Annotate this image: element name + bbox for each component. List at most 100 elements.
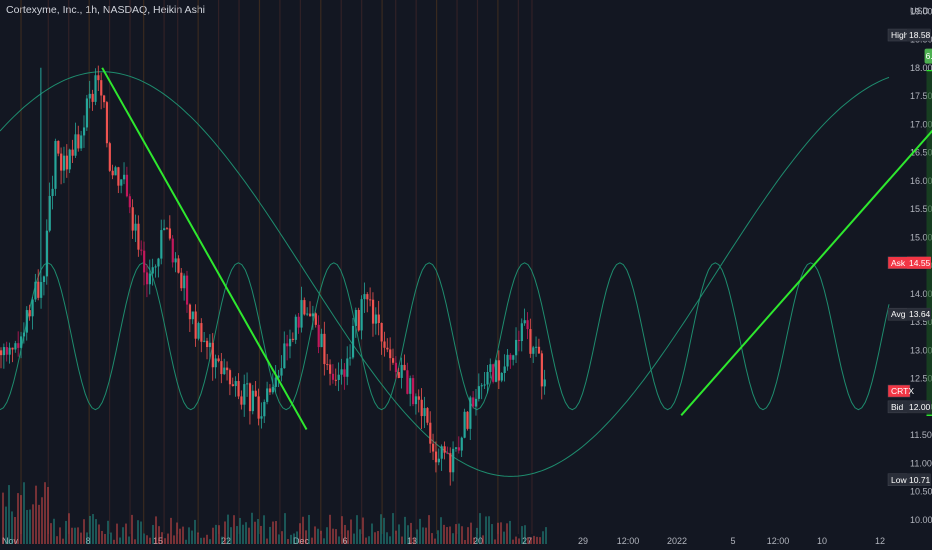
candle-body [140,249,143,251]
session-highlight [258,0,261,534]
session-highlight [456,0,458,534]
candle-body [185,275,189,305]
candle-body [283,343,286,369]
volume-bar [101,530,103,544]
volume-bar [362,517,364,544]
volume-bar [77,527,79,544]
volume-bar [152,524,154,544]
volume-bar [248,527,250,544]
candle-body [174,258,177,263]
candle-body [17,343,20,348]
candle-body [523,320,526,324]
candle-body [449,453,452,473]
volume-bar [281,531,283,544]
candlestick-chart[interactable]: 10.0010.5011.0011.5012.0012.5013.0013.50… [0,0,932,550]
session-highlight [415,0,417,534]
candle-body [354,309,357,326]
volume-bar [341,516,343,544]
volume-bar [173,535,175,544]
volume-bar [461,526,463,544]
candle-body [300,300,303,328]
candle-body [394,362,398,373]
candle-body [343,369,346,377]
candle-body [20,336,23,348]
volume-bar [236,526,238,544]
candle-body [157,258,160,267]
candle-body [105,102,109,144]
volume-bar [218,525,220,544]
candle-body [374,314,378,324]
session-highlight [299,0,301,534]
volume-bar [425,527,427,544]
candle-body [31,299,34,317]
candle-body [412,378,415,405]
candle-body [414,396,418,405]
candle-body [22,332,26,337]
candle-body [535,346,538,348]
volume-bar [458,523,460,544]
candle-body [477,386,481,399]
volume-bar [371,523,373,544]
session-highlight [320,0,322,534]
volume-bar [482,535,484,544]
candle-body [331,373,335,380]
candle-body [489,364,492,372]
volume-bar [263,515,265,544]
candle-body [51,188,54,196]
candle-body [446,452,449,454]
session-highlight [163,0,165,534]
volume-bar [251,512,253,544]
session-highlight [340,0,342,534]
volume-bar [155,516,157,544]
volume-bar [344,524,346,544]
volume-bar [368,536,370,544]
volume-bar [443,524,445,544]
candle-body [234,381,237,387]
candle-body [243,384,246,405]
volume-bar [38,504,40,544]
volume-bar [401,536,403,544]
price-tag-label: CRTX [891,386,914,396]
volume-bar [464,539,466,544]
candle-body [188,304,192,320]
candle-body [42,276,46,283]
volume-bar [188,527,190,544]
candle-body [540,353,543,387]
volume-bar [470,522,472,544]
candle-body [231,384,234,387]
measure-box [926,70,932,416]
volume-bar [467,527,469,544]
candle-body [203,340,206,342]
candle-body [85,98,89,128]
session-highlight [129,0,131,534]
volume-bar [50,523,52,544]
volume-bar [71,527,73,544]
candle-body [28,310,31,317]
volume-bar [395,530,397,544]
candle-body [37,281,40,298]
volume-bar [365,537,367,544]
volume-bar [353,533,355,544]
candle-body [383,341,386,348]
volume-bar [98,524,100,544]
volume-bar [170,517,172,544]
volume-bar [437,530,439,544]
volume-bar [137,520,139,544]
candle-body [77,134,80,149]
x-tick-label: Nov [2,536,19,546]
volume-bar [206,534,208,544]
candle-body [509,354,512,360]
volume-bar [377,531,379,544]
candle-body [515,339,518,356]
volume-bar [140,521,142,544]
candle-body [323,333,326,365]
price-tag-label: Bid [891,402,904,412]
candle-body [420,399,423,417]
volume-bar [275,521,277,544]
volume-bar [446,527,448,544]
volume-bar [176,522,178,544]
candle-body [180,272,183,289]
x-tick-label: 12:00 [617,536,640,546]
volume-bar [32,504,34,544]
volume-bar [386,532,388,544]
